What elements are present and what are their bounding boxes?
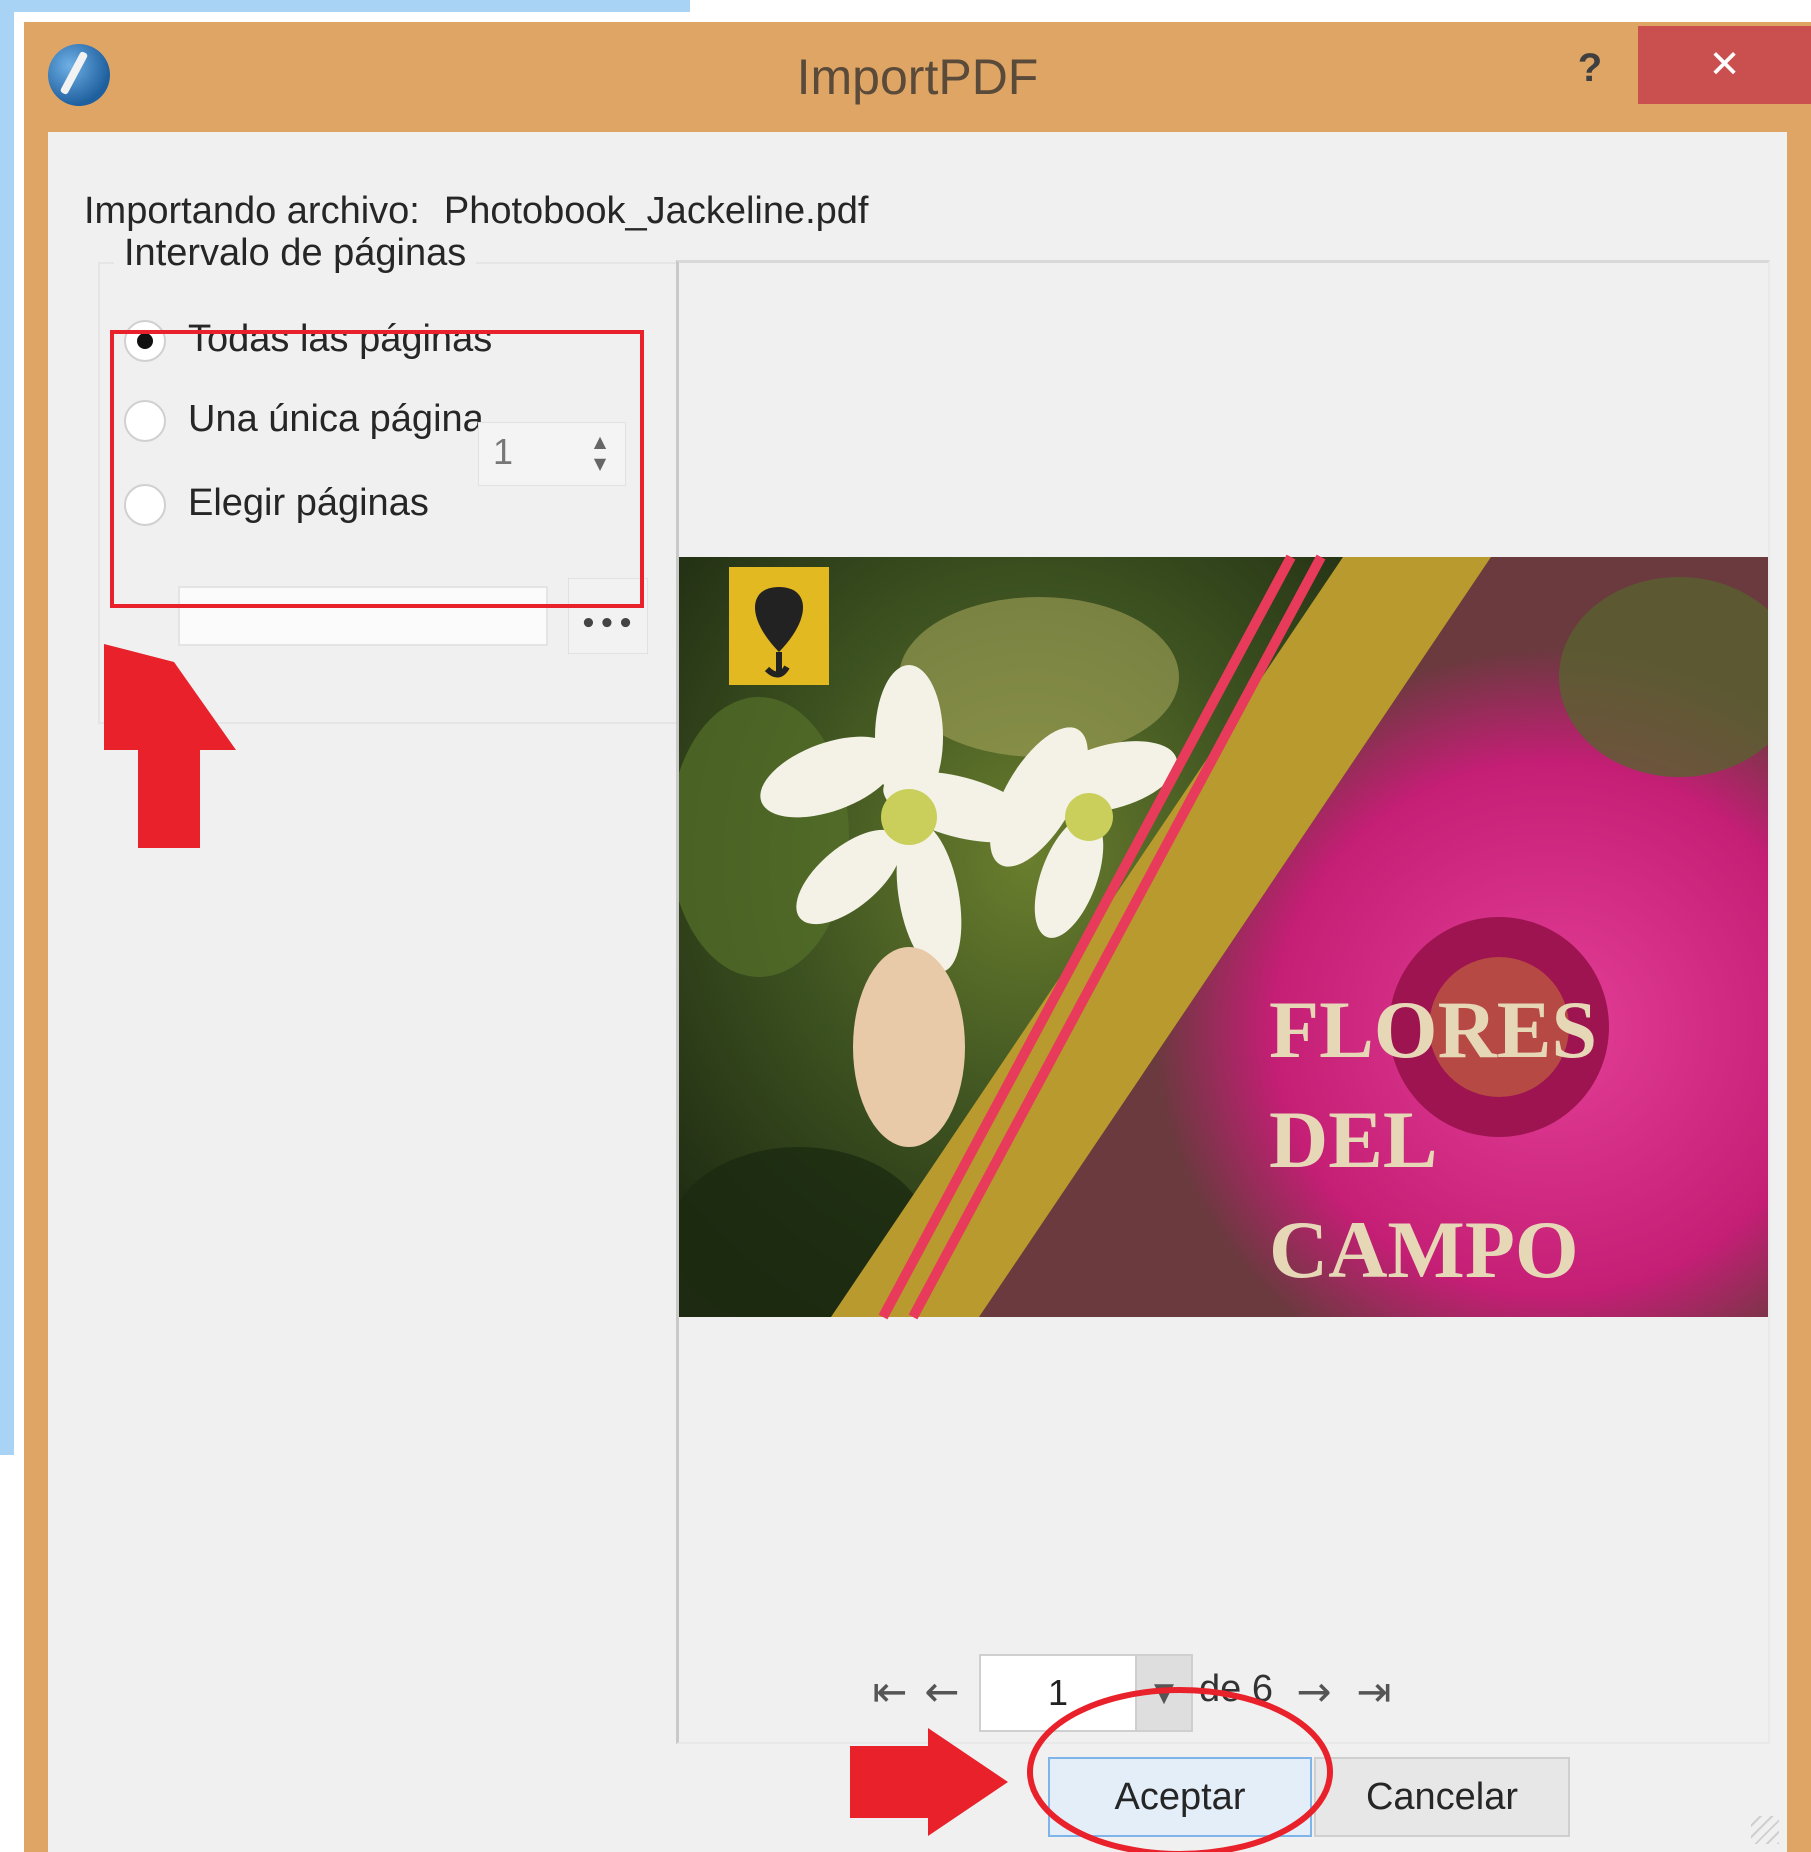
page-count-label: de 6 <box>1199 1668 1273 1710</box>
accept-button[interactable]: Aceptar <box>1048 1757 1312 1837</box>
cover-thumbnail: FLORES DEL CAMPO <box>679 554 1768 1320</box>
annotation-right-arrow <box>850 1728 1008 1836</box>
current-page-input[interactable]: 1 <box>979 1654 1137 1732</box>
prev-page-icon[interactable]: ← <box>911 1668 973 1716</box>
cover-title-line-2: DEL <box>1269 1094 1438 1185</box>
title-bar[interactable]: ImportPDF ? ✕ <box>24 22 1811 130</box>
annotation-highlight-box <box>110 330 644 608</box>
pdf-preview: FLORES DEL CAMPO <box>676 260 1770 1744</box>
resize-grip-icon[interactable] <box>1751 1816 1779 1844</box>
cancel-button[interactable]: Cancelar <box>1314 1757 1570 1837</box>
file-name: Photobook_Jackeline.pdf <box>443 190 869 232</box>
page-dropdown-icon[interactable]: ▼ <box>1137 1654 1193 1732</box>
window-title: ImportPDF <box>796 49 1039 105</box>
page-range-title: Intervalo de páginas <box>114 232 477 275</box>
file-info: Importando archivo: Photobook_Jackeline.p… <box>84 190 869 233</box>
help-button[interactable]: ? <box>1564 40 1616 96</box>
background-strip <box>0 0 690 12</box>
cover-title-line-3: CAMPO <box>1269 1204 1579 1295</box>
last-page-icon[interactable]: ⇥ <box>1343 1668 1405 1716</box>
dialog-body: Importando archivo: Photobook_Jackeline.p… <box>48 132 1787 1852</box>
import-pdf-dialog: ImportPDF ? ✕ Importando archivo: Photobo… <box>24 22 1811 1852</box>
cover-title-line-1: FLORES <box>1269 984 1597 1075</box>
next-page-icon[interactable]: → <box>1283 1668 1345 1716</box>
file-label: Importando archivo: <box>84 190 420 232</box>
close-button[interactable]: ✕ <box>1638 26 1811 104</box>
background-edge <box>0 0 14 1455</box>
